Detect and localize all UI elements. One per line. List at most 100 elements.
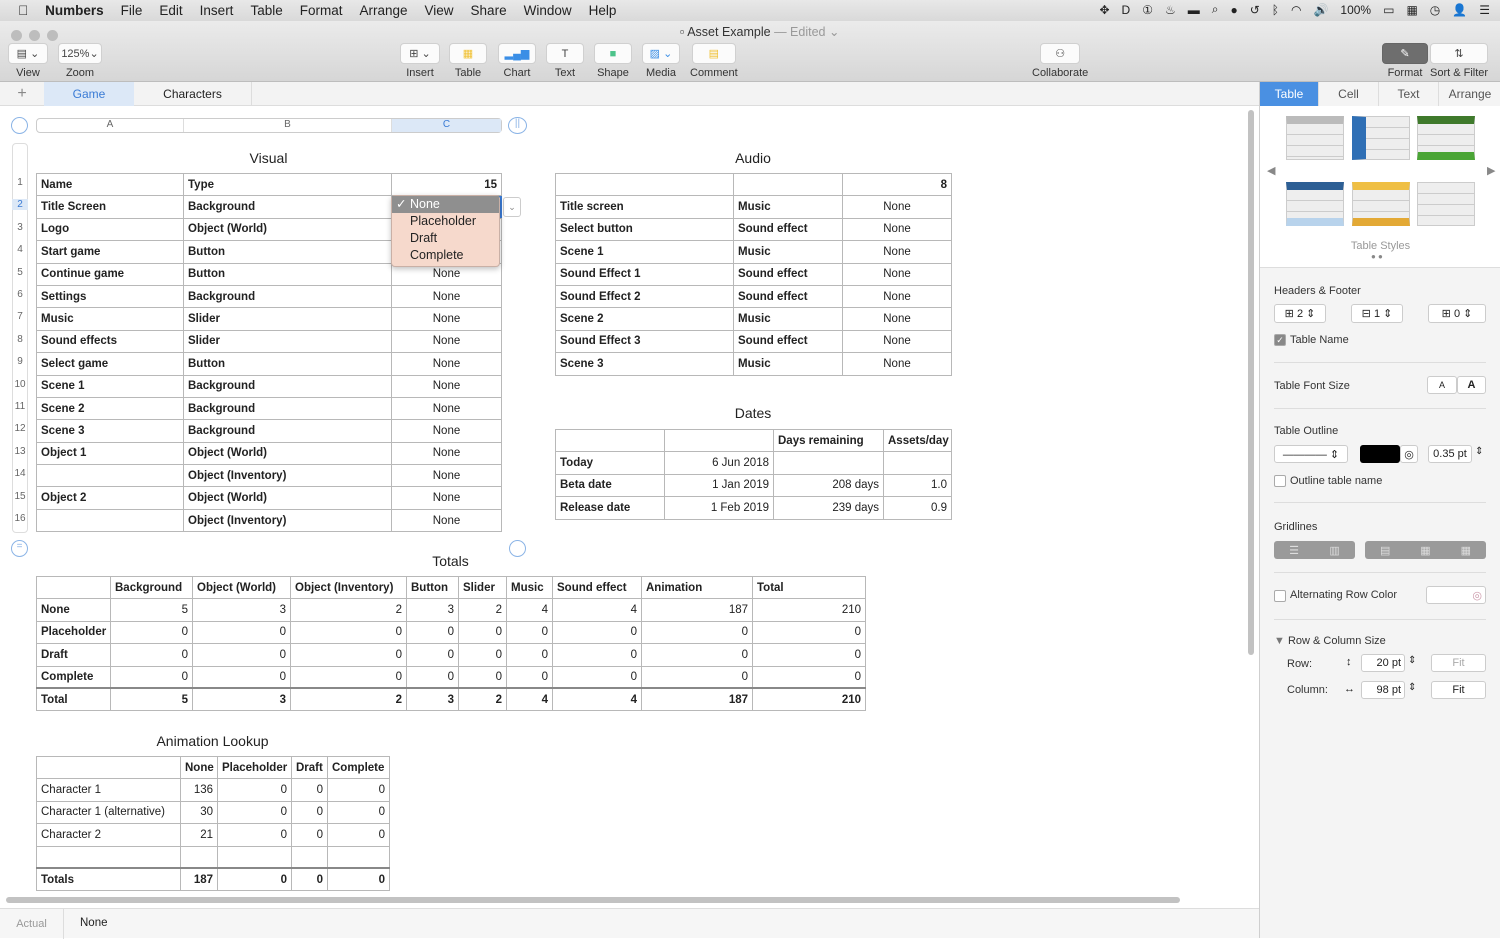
table-cell[interactable]: Music — [733, 307, 843, 331]
panel-tab-cell[interactable]: Cell — [1319, 82, 1379, 106]
close-button[interactable] — [11, 30, 22, 41]
column-c[interactable]: C — [392, 119, 501, 132]
table-cell[interactable]: Button — [183, 262, 392, 286]
table-cell[interactable]: Total — [36, 687, 111, 712]
row-number[interactable]: 10 — [12, 379, 28, 390]
table-title-visual[interactable]: Visual — [36, 150, 501, 166]
select-table-handle[interactable] — [11, 117, 28, 134]
table-cell[interactable]: Object (World) — [183, 441, 392, 466]
column-header[interactable]: 8 — [842, 172, 952, 197]
table-cell[interactable]: Object (World) — [183, 486, 392, 510]
table-cell[interactable]: Music — [36, 307, 184, 331]
table-cell[interactable]: 0 — [327, 867, 390, 892]
table-cell[interactable]: Music — [733, 352, 843, 376]
column-fit-button[interactable]: Fit — [1431, 681, 1486, 699]
dropbox-icon[interactable]: ✥ — [1099, 3, 1109, 17]
panel-tab-arrange[interactable]: Arrange — [1439, 82, 1500, 106]
column-header[interactable]: 15 — [391, 172, 502, 197]
calendar-icon[interactable]: ▦ — [1406, 3, 1417, 17]
column-header[interactable] — [555, 172, 734, 197]
media-button[interactable]: ▨ ⌄ Media — [642, 43, 680, 79]
column-header[interactable] — [664, 428, 774, 453]
table-cell[interactable]: Scene 1 — [36, 374, 184, 398]
column-header[interactable]: Total — [752, 575, 866, 600]
table-cell[interactable]: Character 2 — [36, 823, 181, 847]
table-cell[interactable]: Background — [183, 396, 392, 421]
text-button[interactable]: T Text — [546, 43, 584, 79]
table-cell[interactable]: None — [842, 262, 952, 286]
table-cell[interactable]: 0 — [458, 643, 507, 667]
row-height-stepper[interactable]: ⇕ — [1408, 655, 1416, 666]
table-cell[interactable]: Scene 2 — [555, 307, 734, 331]
column-header[interactable]: Name — [36, 172, 184, 197]
table-cell[interactable]: 0 — [406, 620, 459, 645]
table-cell[interactable]: 5 — [110, 598, 193, 622]
header-columns-stepper[interactable]: ⊟ 1 ⇕ — [1351, 304, 1403, 323]
row-number[interactable]: 16 — [12, 513, 28, 524]
table-cell[interactable]: None — [391, 284, 502, 309]
table-cell[interactable]: 0 — [458, 620, 507, 645]
table-cell[interactable]: Sound effect — [733, 262, 843, 286]
table-style-5[interactable] — [1352, 182, 1410, 226]
table-cell[interactable] — [291, 845, 328, 869]
table-cell[interactable]: 136 — [180, 778, 218, 802]
view-button[interactable]: ▤ ⌄ View — [8, 43, 48, 79]
footer-rows-stepper[interactable]: ⊞ 0 ⇕ — [1428, 304, 1486, 323]
row-fit-button[interactable]: Fit — [1431, 654, 1486, 672]
table-cell[interactable] — [36, 508, 184, 533]
row-number[interactable]: 7 — [12, 311, 28, 322]
table-cell[interactable]: 2 — [458, 687, 507, 712]
panel-tab-table[interactable]: Table — [1260, 82, 1319, 106]
table-style-2[interactable] — [1352, 116, 1410, 160]
table-title-animation[interactable]: Animation Lookup — [36, 733, 389, 749]
table-cell[interactable]: 0 — [641, 665, 753, 689]
outline-table-name-checkbox[interactable] — [1274, 475, 1286, 487]
table-cell[interactable]: Release date — [555, 496, 665, 520]
table-cell[interactable]: Settings — [36, 284, 184, 309]
outline-width-stepper[interactable]: ⇕ — [1475, 446, 1483, 457]
popup-option-none[interactable]: ✓ None — [392, 196, 499, 213]
menu-format[interactable]: Format — [300, 3, 343, 18]
table-name-checkbox[interactable]: ✓ — [1274, 334, 1286, 346]
table-cell[interactable]: 0.9 — [883, 496, 952, 520]
table-cell[interactable]: None — [391, 307, 502, 331]
column-header[interactable] — [733, 172, 843, 197]
popup-menu-chevron[interactable]: ⌄ — [503, 197, 521, 217]
table-cell[interactable]: 0 — [110, 643, 193, 667]
table-cell[interactable]: Music — [733, 240, 843, 264]
menu-window[interactable]: Window — [524, 3, 572, 18]
sort-filter-button[interactable]: ⇅ Sort & Filter — [1430, 43, 1488, 79]
table-cell[interactable]: None — [842, 240, 952, 264]
table-style-6[interactable] — [1417, 182, 1475, 226]
table-cell[interactable]: 5 — [110, 687, 193, 712]
table-cell[interactable]: None — [842, 329, 952, 354]
table-cell[interactable]: Slider — [183, 307, 392, 331]
column-width-field[interactable]: 98 pt — [1361, 681, 1405, 699]
table-cell[interactable] — [327, 845, 390, 869]
menu-edit[interactable]: Edit — [159, 3, 182, 18]
table-style-3[interactable] — [1417, 116, 1475, 160]
increase-font-button[interactable]: A — [1457, 376, 1486, 394]
table-cell[interactable]: Sound effects — [36, 329, 184, 354]
table-cell[interactable]: 4 — [552, 598, 642, 622]
table-cell[interactable]: 3 — [192, 598, 291, 622]
table-cell[interactable]: Object 2 — [36, 486, 184, 510]
table-cell[interactable]: Select game — [36, 352, 184, 376]
header-gridlines-icon[interactable]: ▤ — [1380, 544, 1390, 557]
table-cell[interactable]: 30 — [180, 800, 218, 825]
table-cell[interactable]: None — [842, 352, 952, 376]
row-number[interactable]: 9 — [12, 356, 28, 367]
table-cell[interactable]: Object 1 — [36, 441, 184, 466]
table-cell[interactable]: 239 days — [773, 496, 884, 520]
table-cell[interactable]: 3 — [192, 687, 291, 712]
table-cell[interactable]: Sound effect — [733, 284, 843, 309]
tab-characters[interactable]: Characters — [134, 82, 252, 106]
table-cell[interactable]: 0 — [290, 620, 407, 645]
table-cell[interactable]: None — [391, 419, 502, 443]
table-cell[interactable]: 0 — [290, 665, 407, 689]
table-cell[interactable]: Object (Inventory) — [183, 508, 392, 533]
table-cell[interactable]: 0 — [406, 665, 459, 689]
horizontal-gridlines-icon[interactable]: ☰ — [1289, 544, 1299, 557]
tab-game[interactable]: Game — [44, 82, 134, 106]
flame-icon[interactable]: ♨ — [1165, 3, 1176, 17]
